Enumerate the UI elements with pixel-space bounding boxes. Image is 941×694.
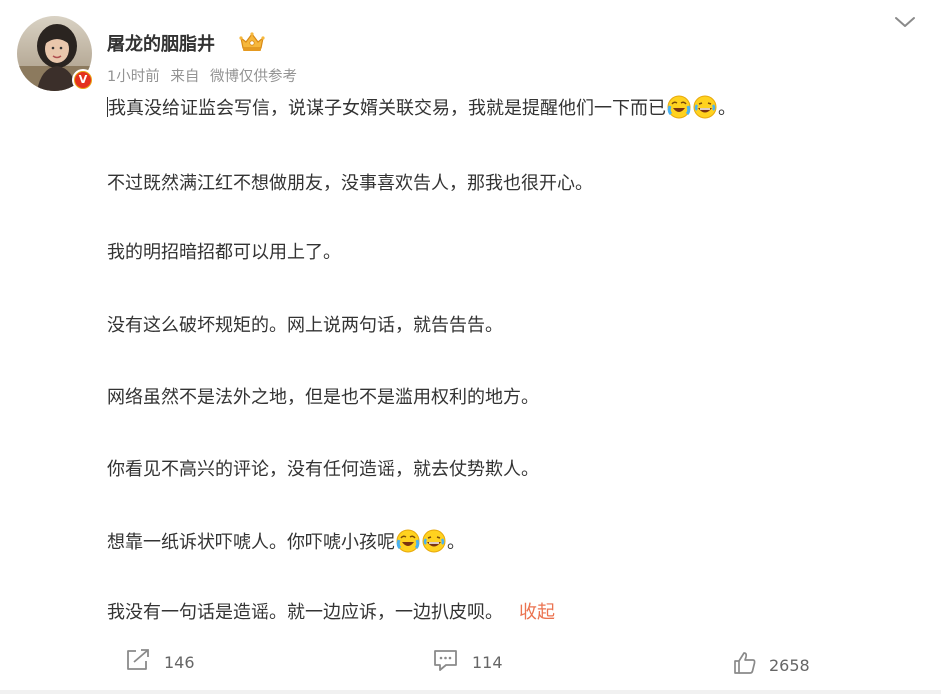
post-meta: 1小时前 来自 微博仅供参考	[107, 65, 297, 86]
source-prefix: 来自	[170, 69, 200, 85]
paragraph-text: 没有这么破坏规矩的。网上说两句话，就告告告。	[107, 315, 503, 336]
comment-button[interactable]: 114	[432, 648, 503, 676]
post-paragraph: 网络虽然不是法外之地，但是也不是滥用权利的地方。	[107, 383, 539, 413]
laugh-cry-emoji-icon	[667, 95, 691, 119]
verified-badge-icon: V	[72, 69, 94, 91]
laugh-cry-emoji-icon	[396, 529, 420, 553]
repost-icon	[124, 648, 164, 676]
card-divider	[0, 690, 941, 694]
like-button[interactable]: 2658	[733, 651, 810, 679]
post-source[interactable]: 微博仅供参考	[210, 69, 297, 85]
paragraph-text: 想靠一纸诉状吓唬人。你吓唬小孩呢	[107, 532, 395, 553]
thumbs-up-icon	[733, 651, 769, 679]
repost-count: 146	[164, 652, 195, 672]
chevron-down-icon[interactable]	[893, 14, 917, 30]
paragraph-text: 我没有一句话是造谣。就一边应诉，一边扒皮呗。	[107, 602, 503, 623]
post-time[interactable]: 1小时前	[107, 69, 160, 85]
paragraph-text: 我真没给证监会写信，说谋子女婿关联交易，我就是提醒他们一下而已	[108, 98, 666, 119]
paragraph-text: 不过既然满江红不想做朋友，没事喜欢告人，那我也很开心。	[107, 173, 593, 194]
like-count: 2658	[769, 655, 810, 675]
avatar[interactable]: V	[17, 16, 94, 91]
post-paragraph: 我的明招暗招都可以用上了。	[107, 238, 341, 268]
paragraph-suffix: 。	[447, 532, 465, 553]
crown-icon[interactable]	[238, 30, 266, 54]
repost-button[interactable]: 146	[124, 648, 195, 676]
paragraph-text: 我的明招暗招都可以用上了。	[107, 242, 341, 263]
post-paragraph: 我真没给证监会写信，说谋子女婿关联交易，我就是提醒他们一下而已 。	[107, 94, 736, 124]
paragraph-text: 你看见不高兴的评论，没有任何造谣，就去仗势欺人。	[107, 459, 539, 480]
post-paragraph: 我没有一句话是造谣。就一边应诉，一边扒皮呗。 收起	[107, 598, 555, 628]
collapse-link[interactable]: 收起	[519, 602, 555, 623]
comment-count: 114	[472, 652, 503, 672]
author-name[interactable]: 屠龙的胭脂井	[107, 30, 215, 56]
grin-tears-emoji-icon	[693, 95, 717, 119]
post-paragraph: 不过既然满江红不想做朋友，没事喜欢告人，那我也很开心。	[107, 169, 593, 199]
post-paragraph: 没有这么破坏规矩的。网上说两句话，就告告告。	[107, 311, 503, 341]
post-paragraph: 想靠一纸诉状吓唬人。你吓唬小孩呢 。	[107, 528, 465, 558]
grin-tears-emoji-icon	[422, 529, 446, 553]
paragraph-suffix: 。	[718, 98, 736, 119]
comment-icon	[432, 648, 472, 676]
paragraph-text: 网络虽然不是法外之地，但是也不是滥用权利的地方。	[107, 387, 539, 408]
post-paragraph: 你看见不高兴的评论，没有任何造谣，就去仗势欺人。	[107, 455, 539, 485]
